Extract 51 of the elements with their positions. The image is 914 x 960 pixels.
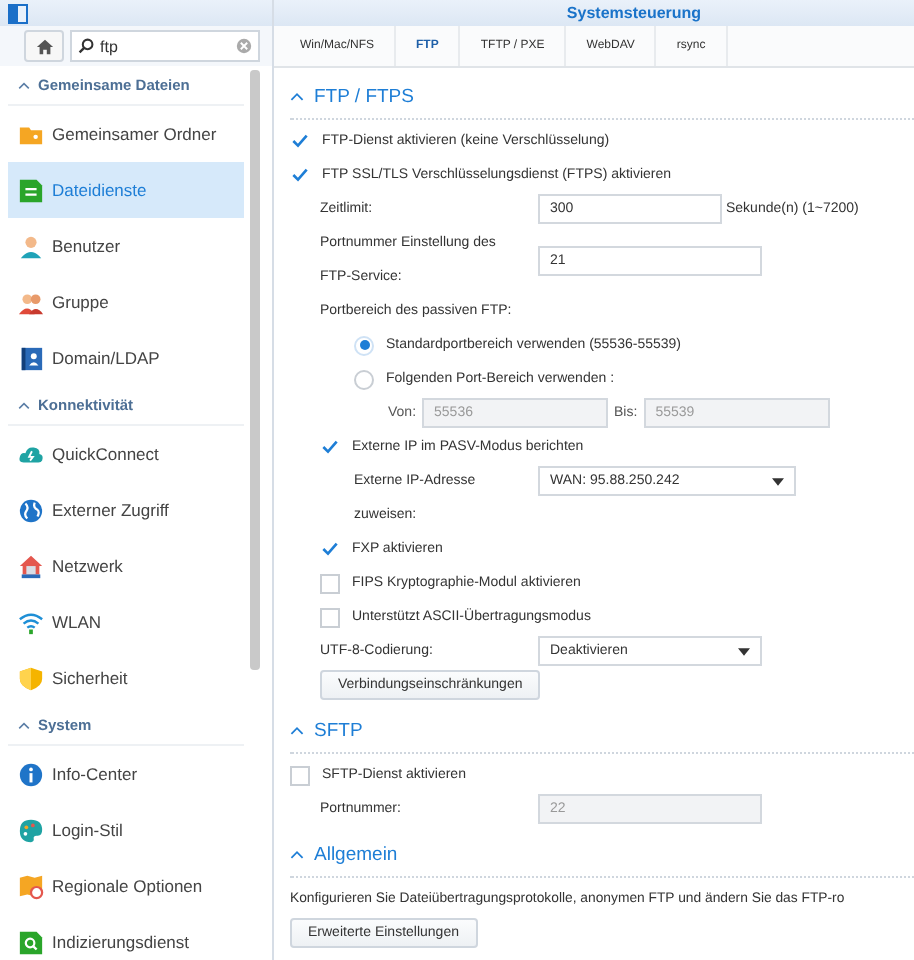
search-icon: [78, 38, 94, 54]
chevron-icon[interactable]: [290, 850, 304, 860]
checkbox[interactable]: [290, 131, 310, 151]
chevron-icon[interactable]: [18, 401, 30, 409]
sidebar-item[interactable]: Domain/LDAP: [8, 330, 244, 386]
sidebar-item[interactable]: Regionale Optionen: [8, 858, 244, 914]
chevron-icon[interactable]: [18, 81, 30, 89]
section-heading: SFTP: [314, 720, 363, 742]
checkbox[interactable]: [320, 539, 340, 559]
map-icon: [18, 873, 44, 899]
caret-icon: [772, 477, 784, 485]
globe-icon: [18, 497, 44, 523]
checkbox[interactable]: [320, 437, 340, 457]
info-icon: [18, 761, 44, 787]
checkbox[interactable]: [320, 607, 340, 627]
clear-icon[interactable]: [236, 38, 252, 54]
sidebar-item[interactable]: Externer Zugriff: [8, 482, 244, 538]
sidebar-item[interactable]: Login-Stil: [8, 802, 244, 858]
chevron-icon[interactable]: [290, 92, 304, 102]
radio-button[interactable]: [354, 369, 374, 389]
house-icon: [18, 553, 44, 579]
sidebar-item[interactable]: Benutzer: [8, 218, 244, 274]
sidebar-item[interactable]: Info-Center: [8, 746, 244, 802]
palette-icon: [18, 817, 44, 843]
home-button[interactable]: [24, 30, 64, 62]
chevron-icon[interactable]: [290, 726, 304, 736]
radio-button[interactable]: [354, 335, 374, 355]
section-heading: FTP / FTPS: [314, 86, 414, 108]
home-icon: [35, 37, 53, 55]
sidebar-item[interactable]: Gemeinsamer Ordner: [8, 106, 244, 162]
sidebar-item[interactable]: Netzwerk: [8, 538, 244, 594]
shield-icon: [18, 665, 44, 691]
user-icon: [18, 233, 44, 259]
wifi-icon: [18, 609, 44, 635]
window-title: Systemsteuerung: [566, 4, 702, 22]
group-icon: [18, 289, 44, 315]
sidebar-item[interactable]: Gruppe: [8, 274, 244, 330]
checkbox[interactable]: [290, 765, 310, 785]
caret-icon: [738, 647, 750, 655]
checkbox[interactable]: [290, 165, 310, 185]
sidebar-item[interactable]: Indizierungsdienst: [8, 914, 244, 960]
sidebar-item[interactable]: WLAN: [8, 594, 244, 650]
section-heading: Allgemein: [314, 844, 398, 866]
sidebar-item[interactable]: Sicherheit: [8, 650, 244, 706]
chevron-icon[interactable]: [18, 721, 30, 729]
doc-icon: [18, 929, 44, 955]
search-box[interactable]: ftp: [70, 30, 260, 62]
checkbox[interactable]: [320, 573, 340, 593]
sidebar-item[interactable]: QuickConnect: [8, 426, 244, 482]
cloud-icon: [18, 441, 44, 467]
book-icon: [18, 345, 44, 371]
